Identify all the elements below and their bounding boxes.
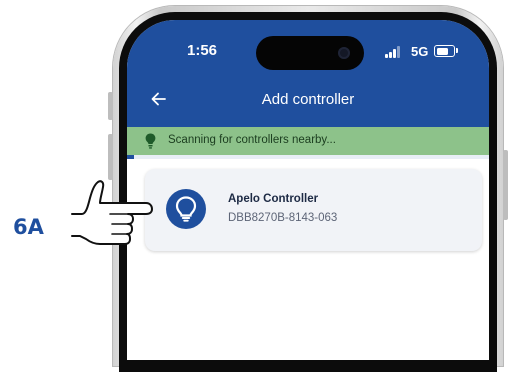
battery-icon xyxy=(434,45,455,57)
phone-side-button xyxy=(108,92,113,120)
phone-screen: 1:56 5G Add controller Scanning for cont… xyxy=(127,20,489,360)
dynamic-island xyxy=(256,36,364,70)
page-title: Add controller xyxy=(261,91,355,108)
phone-side-button xyxy=(503,150,508,220)
camera-icon xyxy=(338,47,350,59)
app-header: 1:56 5G Add controller xyxy=(127,20,489,127)
callout-label: 6A xyxy=(13,215,44,239)
pointing-hand-icon xyxy=(71,180,153,245)
lightbulb-icon xyxy=(145,133,156,149)
signal-icon xyxy=(385,46,403,58)
scan-status-text: Scanning for controllers nearby... xyxy=(168,134,336,146)
battery-level xyxy=(436,47,448,55)
controller-icon xyxy=(166,189,206,229)
controller-name: Apelo Controller xyxy=(228,193,319,205)
lightbulb-icon xyxy=(175,196,197,222)
status-time: 1:56 xyxy=(187,42,218,59)
network-label: 5G xyxy=(411,44,429,59)
controller-list-item[interactable]: Apelo Controller DBB8270B-8143-063 xyxy=(145,169,482,251)
phone-side-button xyxy=(108,134,113,180)
battery-nub xyxy=(456,48,458,53)
controller-serial: DBB8270B-8143-063 xyxy=(228,212,338,224)
scan-status-banner: Scanning for controllers nearby... xyxy=(127,127,489,155)
